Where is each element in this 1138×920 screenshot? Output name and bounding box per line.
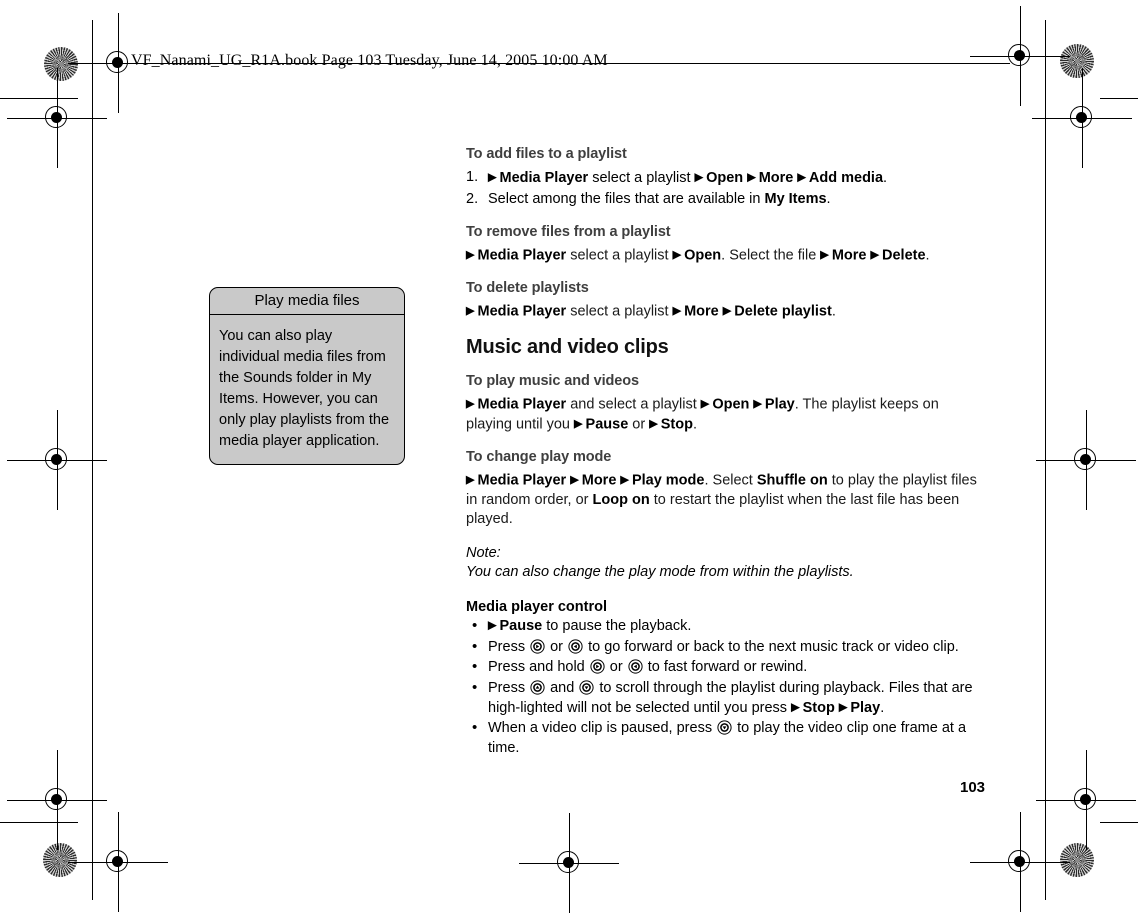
menu-arrow-icon: ▶	[838, 701, 851, 713]
nav-key-left-icon	[568, 638, 583, 654]
star-target-mark-top-left	[44, 47, 78, 81]
menu-arrow-icon: ▶	[791, 701, 803, 713]
page-number: 103	[960, 779, 986, 796]
trim-line-bottom-right	[1100, 822, 1138, 823]
menu-arrow-icon: ▶	[649, 417, 661, 430]
menu-arrow-icon: ▶	[620, 473, 632, 486]
trim-line-bottom-left	[0, 822, 78, 823]
menu-arrow-icon: ▶	[466, 473, 478, 486]
registration-mark-middle-right	[1036, 410, 1136, 510]
list-item: 1. ▶ Media Player select a playlist ▶ Op…	[466, 168, 978, 188]
note-text: You can also change the play mode from w…	[466, 564, 854, 580]
menu-arrow-icon: ▶	[722, 304, 735, 317]
list-item: 2. Select among the files that are avail…	[466, 190, 978, 210]
nav-key-down-icon	[717, 720, 732, 735]
list-item: • When a video clip is paused, press to …	[466, 719, 978, 758]
note-label: Note:	[466, 544, 501, 561]
paragraph-remove-files: ▶ Media Player select a playlist ▶ Open.…	[466, 247, 930, 263]
registration-mark-bottom-left	[68, 812, 168, 912]
paragraph-play-music: ▶ Media Player and select a playlist ▶ O…	[466, 396, 939, 432]
steps-add-files: 1. ▶ Media Player select a playlist ▶ Op…	[466, 168, 978, 210]
trim-line-right	[1045, 20, 1046, 900]
menu-arrow-icon: ▶	[753, 397, 765, 410]
heading-media-player-control: Media player control	[466, 598, 608, 615]
registration-mark-lower-left	[7, 750, 107, 850]
menu-arrow-icon: ▶	[466, 248, 478, 261]
star-target-mark-top-right	[1060, 44, 1094, 78]
step-number: 2.	[466, 191, 479, 207]
menu-arrow-icon: ▶	[672, 248, 685, 261]
list-media-player-control: • ▶ Pause to pause the playback. • Press…	[466, 617, 978, 759]
heading-add-files: To add files to a playlist	[466, 146, 627, 162]
menu-arrow-icon: ▶	[870, 248, 883, 261]
registration-mark-upper-right	[1032, 68, 1132, 168]
paragraph-delete-playlists: ▶ Media Player select a playlist ▶ More …	[466, 303, 836, 319]
list-item: • Press and hold or to fast forward or r…	[466, 658, 978, 678]
registration-mark-bottom-center	[519, 813, 619, 913]
menu-arrow-icon: ▶	[570, 473, 582, 486]
registration-mark-upper-left	[7, 68, 107, 168]
running-header: VF_Nanami_UG_R1A.book Page 103 Tuesday, …	[131, 52, 608, 69]
bullet-text: When a video clip is paused, press to pl…	[488, 720, 967, 756]
star-target-mark-bottom-right	[1060, 843, 1094, 877]
star-target-mark-bottom-left	[43, 843, 77, 877]
registration-mark-bottom-right	[970, 812, 1070, 912]
bullet-text: ▶ Pause to pause the playback.	[488, 618, 692, 634]
menu-arrow-icon: ▶	[797, 171, 809, 183]
heading-play-music: To play music and videos	[466, 372, 639, 389]
bullet-text: Press or to go forward or back to the ne…	[488, 638, 959, 655]
menu-arrow-icon: ▶	[466, 304, 478, 317]
nav-key-right-icon	[530, 638, 545, 654]
page-title: Music and video clips	[466, 335, 669, 358]
registration-mark-top-right	[970, 6, 1070, 106]
registration-mark-middle-left	[7, 410, 107, 510]
callout-box: Play media files You can also play indiv…	[209, 287, 405, 465]
bullet-icon: •	[472, 719, 478, 736]
trim-line-top-right	[1100, 98, 1138, 99]
bullet-icon: •	[472, 678, 478, 696]
trim-line-left	[92, 20, 93, 900]
trim-line-top-left	[0, 98, 78, 99]
heading-change-play-mode: To change play mode	[466, 448, 612, 465]
heading-remove-files: To remove files from a playlist	[466, 223, 671, 240]
menu-arrow-icon: ▶	[488, 619, 500, 632]
menu-arrow-icon: ▶	[694, 171, 707, 183]
menu-arrow-icon: ▶	[488, 171, 500, 183]
bullet-icon: •	[472, 616, 478, 634]
registration-mark-lower-right	[1036, 750, 1136, 850]
bullet-text: Press and hold or to fast forward or rew…	[488, 659, 808, 675]
menu-arrow-icon: ▶	[700, 397, 713, 410]
page-content: To add files to a playlist 1. ▶ Media Pl…	[466, 146, 978, 759]
menu-arrow-icon: ▶	[747, 171, 759, 183]
step-text: ▶ Media Player select a playlist ▶ Open …	[488, 169, 888, 186]
bullet-icon: •	[472, 637, 478, 655]
bullet-text: Press and to scroll through the playlist…	[488, 679, 973, 716]
menu-arrow-icon: ▶	[466, 397, 478, 410]
list-item: • Press and to scroll through the playli…	[466, 679, 978, 719]
bullet-icon: •	[472, 658, 478, 675]
nav-key-down-icon	[579, 679, 594, 695]
heading-delete-playlists: To delete playlists	[466, 279, 589, 296]
nav-key-up-icon	[530, 679, 545, 695]
step-text: Select among the files that are availabl…	[488, 191, 831, 207]
menu-arrow-icon: ▶	[820, 248, 832, 261]
list-item: • Press or to go forward or back to the …	[466, 638, 978, 658]
callout-body: You can also play individual media files…	[219, 328, 390, 449]
callout-title: Play media files	[210, 288, 404, 315]
menu-arrow-icon: ▶	[672, 304, 685, 317]
list-item: • ▶ Pause to pause the playback.	[466, 617, 978, 637]
paragraph-change-play-mode: ▶ Media Player ▶ More ▶ Play mode. Selec…	[466, 472, 977, 527]
nav-key-right-icon	[590, 659, 605, 674]
step-number: 1.	[466, 169, 479, 185]
nav-key-left-icon	[628, 659, 643, 674]
menu-arrow-icon: ▶	[574, 417, 586, 430]
